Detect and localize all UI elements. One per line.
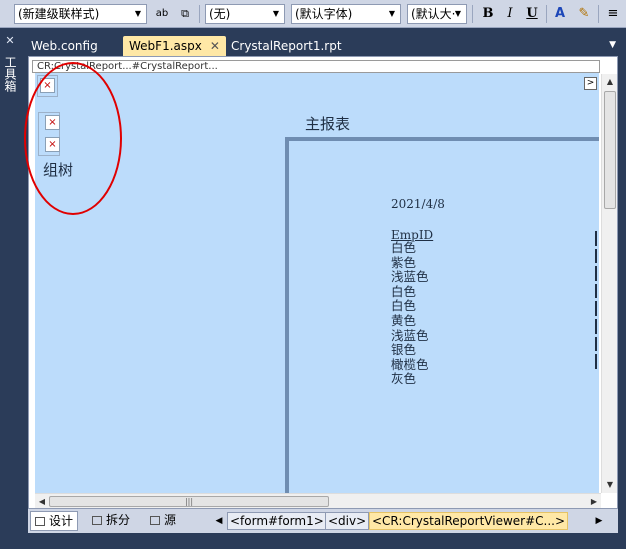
italic-button[interactable]: I <box>500 4 520 24</box>
source-view-label: 源 <box>164 513 177 527</box>
close-icon[interactable]: ✕ <box>210 39 220 53</box>
toolbar-divider <box>598 5 599 23</box>
font-family-value: (默认字体) <box>295 7 353 21</box>
tab-label: WebF1.aspx <box>129 39 202 53</box>
font-family-select[interactable]: (默认字体) ▼ <box>291 4 401 24</box>
formatting-toolbar: (新建级联样式) ▼ ab ⧉ (无) ▼ (默认字体) ▼ (默认大· ▼ B… <box>0 0 626 28</box>
report-date: 2021/4/8 <box>391 197 445 211</box>
style-select[interactable]: (新建级联样式) ▼ <box>14 4 147 24</box>
clipped-text <box>595 248 597 264</box>
expand-arrow-icon[interactable]: > <box>584 77 597 90</box>
tab-webf1-aspx[interactable]: WebF1.aspx ✕ <box>123 36 226 56</box>
vertical-scrollbar[interactable]: ▲ ▼ <box>601 74 617 493</box>
style-apply-icon[interactable]: ab <box>152 4 172 24</box>
horizontal-scroll-thumb[interactable]: ||| <box>49 496 329 507</box>
source-view-button[interactable]: 源 <box>146 511 180 531</box>
clipped-text <box>595 231 597 246</box>
new-style-icon[interactable]: ⧉ <box>175 4 195 24</box>
style-select-value: (新建级联样式) <box>18 7 100 21</box>
chevron-down-icon: ▼ <box>134 9 142 18</box>
report-row: 黄色 <box>391 312 417 328</box>
scroll-down-icon[interactable]: ▼ <box>602 477 618 493</box>
scroll-left-icon[interactable]: ◀ <box>35 494 49 509</box>
highlight-icon[interactable]: ✎ <box>574 4 594 24</box>
report-row: 白色 <box>391 240 417 255</box>
breadcrumb-form[interactable]: <form#form1> <box>227 512 327 530</box>
clipped-text <box>595 266 597 281</box>
horizontal-scrollbar[interactable]: ◀ ||| ▶ <box>35 493 601 508</box>
clipped-text <box>595 354 597 369</box>
report-row: 银色 <box>391 342 417 358</box>
report-row: 紫色 <box>391 254 417 270</box>
report-row: 白色 <box>391 298 417 314</box>
view-mode-bar: 设计 拆分 源 ◀ <form#form1> <div> <CR:Crystal… <box>28 509 618 533</box>
clipped-column <box>595 228 599 378</box>
toolbox-strip[interactable]: ✕ 工具箱 <box>0 28 20 549</box>
block-format-value: (无) <box>209 7 231 21</box>
tab-web-config[interactable]: Web.config <box>25 36 104 56</box>
report-row: 灰色 <box>391 371 417 387</box>
report-rows: 白色 紫色 浅蓝色 白色 白色 黄色 浅蓝色 银色 橄榄色 灰色 <box>391 240 429 387</box>
tab-list-dropdown-icon[interactable]: ▼ <box>609 40 616 50</box>
block-format-select[interactable]: (无) ▼ <box>205 4 285 24</box>
window-edge <box>618 56 626 549</box>
breadcrumb-crystalreportviewer[interactable]: <CR:CrystalReportViewer#C...> <box>369 512 569 530</box>
toolbar-divider <box>546 5 547 23</box>
underline-button[interactable]: U <box>522 4 542 24</box>
tab-crystalreport1-rpt[interactable]: CrystalReport1.rpt <box>225 36 348 56</box>
document-tabs: Web.config WebF1.aspx ✕ CrystalReport1.rp… <box>20 28 626 56</box>
toolbox-pin-icon[interactable]: ✕ <box>3 34 17 48</box>
clipped-text <box>595 336 597 352</box>
clipped-text <box>595 283 597 299</box>
design-view-label: 设计 <box>49 514 74 528</box>
toolbar-divider <box>199 5 200 23</box>
split-view-label: 拆分 <box>106 513 131 527</box>
align-icon[interactable]: ≡ <box>603 4 623 24</box>
font-size-select[interactable]: (默认大· ▼ <box>407 4 467 24</box>
bold-button[interactable]: B <box>478 4 498 24</box>
breadcrumb-div[interactable]: <div> <box>325 512 370 530</box>
report-row: 橄榄色 <box>391 356 429 372</box>
clipped-text <box>595 301 597 316</box>
design-view-icon <box>35 517 45 526</box>
tab-label: Web.config <box>31 39 98 53</box>
report-row: 白色 <box>391 283 417 299</box>
nav-next-icon[interactable]: ▶ <box>594 512 604 530</box>
element-path-label: CR:CrystalReport...#CrystalReport... <box>32 60 600 73</box>
report-row: 浅蓝色 <box>391 327 429 343</box>
report-row: 浅蓝色 <box>391 269 429 285</box>
font-color-icon[interactable]: A <box>550 4 570 24</box>
report-page-frame <box>285 137 599 493</box>
scroll-up-icon[interactable]: ▲ <box>602 74 618 90</box>
scroll-right-icon[interactable]: ▶ <box>587 494 601 509</box>
chevron-down-icon: ▼ <box>454 9 462 18</box>
design-view-button[interactable]: 设计 <box>30 511 79 531</box>
chevron-down-icon: ▼ <box>272 9 280 18</box>
toolbar-divider <box>472 5 473 23</box>
toolbox-label[interactable]: 工具箱 <box>2 56 18 92</box>
red-annotation-circle <box>24 62 122 215</box>
font-size-value: (默认大· <box>411 7 456 21</box>
split-view-icon <box>92 516 102 525</box>
split-view-button[interactable]: 拆分 <box>88 511 134 531</box>
source-view-icon <box>150 516 160 525</box>
nav-prev-icon[interactable]: ◀ <box>214 512 224 530</box>
grip-icon: ||| <box>184 497 194 506</box>
tab-label: CrystalReport1.rpt <box>231 39 342 53</box>
vertical-scroll-thumb[interactable] <box>604 91 616 209</box>
clipped-text <box>595 318 597 334</box>
main-report-title: 主报表 <box>305 115 351 133</box>
chevron-down-icon: ▼ <box>388 9 396 18</box>
